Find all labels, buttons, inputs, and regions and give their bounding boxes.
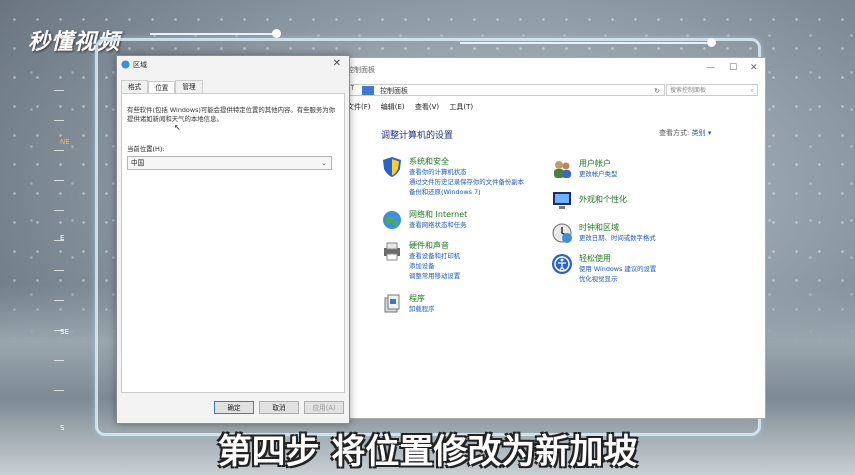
search-placeholder: 搜索控制面板	[670, 87, 707, 94]
location-description: 有些软件(包括 Windows)可能会提供特定位置的其他内容。有些服务为你提供诸…	[127, 106, 336, 123]
category-link[interactable]: 备份和还原(Windows 7)	[409, 187, 481, 196]
ease-of-access-icon	[552, 254, 572, 274]
category-link[interactable]: 更改日期、时间或数字格式	[579, 233, 656, 242]
minimize-button[interactable]: —	[706, 63, 715, 73]
address-text: 控制面板	[380, 87, 408, 95]
maximize-button[interactable]: ☐	[729, 63, 737, 73]
refresh-icon[interactable]: ↻	[654, 85, 660, 97]
menu-bar: 文件(F) 编辑(E) 查看(V) 工具(T)	[347, 102, 481, 112]
region-icon	[121, 60, 130, 69]
category-link[interactable]: 卸载程序	[409, 304, 435, 313]
monitor-icon	[553, 192, 571, 209]
category-title[interactable]: 程序	[409, 293, 425, 304]
apply-button[interactable]: 应用(A)	[304, 401, 344, 414]
window-title: 控制面板	[347, 66, 375, 74]
menu-view[interactable]: 查看(V)	[415, 103, 439, 111]
address-bar[interactable]: 控制面板 ↻	[347, 84, 665, 96]
search-input[interactable]: 搜索控制面板 ⌕	[666, 84, 758, 96]
search-icon: ⌕	[750, 87, 754, 94]
network-globe-icon	[383, 211, 401, 229]
compass-ruler: NE E SE S	[40, 80, 90, 440]
category-title[interactable]: 硬件和声音	[409, 240, 449, 251]
dialog-close-button[interactable]: ✕	[333, 58, 341, 69]
mouse-cursor-icon: ↖	[174, 123, 181, 132]
category-link[interactable]: 优化视觉显示	[579, 274, 617, 283]
page-title: 调整计算机的设置	[381, 131, 454, 141]
location-tab-panel: 有些软件(包括 Windows)可能会提供特定位置的其他内容。有些服务为你提供诸…	[121, 93, 345, 393]
control-panel-titlebar: 控制面板 — ☐ ✕	[341, 58, 765, 80]
category-link[interactable]: 通过文件历史记录保存你的文件备份副本	[409, 177, 524, 186]
category-link[interactable]: 添加设备	[409, 261, 435, 270]
category-title[interactable]: 时钟和区域	[579, 222, 619, 233]
category-title[interactable]: 系统和安全	[409, 156, 449, 167]
view-by-dropdown[interactable]: 类别 ▾	[692, 129, 712, 137]
menu-edit[interactable]: 编辑(E)	[381, 103, 405, 111]
menu-tools[interactable]: 工具(T)	[449, 103, 473, 111]
category-link[interactable]: 查看设备和打印机	[409, 251, 460, 260]
menu-file[interactable]: 文件(F)	[347, 103, 371, 111]
shield-icon	[383, 157, 401, 177]
view-by-label: 查看方式:	[659, 129, 690, 137]
category-link[interactable]: 查看网络状态和任务	[409, 220, 467, 229]
clock-globe-icon	[552, 223, 572, 243]
printer-icon	[384, 242, 400, 261]
tab-administrative[interactable]: 管理	[175, 80, 203, 93]
programs-icon	[384, 294, 400, 313]
category-link[interactable]: 调整常用移动设置	[409, 271, 460, 280]
compass-mark: SE	[60, 328, 69, 336]
cancel-button[interactable]: 取消	[259, 401, 299, 414]
users-icon	[554, 161, 571, 178]
category-title[interactable]: 网络和 Internet	[409, 209, 467, 220]
category-title[interactable]: 外观和个性化	[579, 194, 627, 205]
dialog-title: 区域	[133, 61, 147, 69]
subtitle-caption: 第四步 将位置修改为新加坡	[217, 432, 638, 472]
frame-accent-dot	[707, 38, 716, 47]
location-selected-value: 中国	[131, 159, 145, 167]
category-link[interactable]: 查看你的计算机状态	[409, 167, 467, 176]
location-dropdown[interactable]: 中国 ⌄	[127, 156, 332, 170]
category-link[interactable]: 更改帐户类型	[579, 169, 617, 178]
compass-mark: NE	[60, 138, 70, 146]
category-title[interactable]: 轻松使用	[579, 253, 611, 264]
frame-accent-line	[460, 42, 710, 44]
control-panel-window: 控制面板 — ☐ ✕ ↑ 控制面板 ↻ 搜索控制面板 ⌕ 文件(F) 编辑(E)…	[340, 57, 766, 419]
frame-accent-line	[150, 33, 275, 35]
control-panel-icon	[362, 86, 374, 95]
dialog-tabs: 格式 位置 管理	[121, 80, 203, 94]
view-by: 查看方式: 类别 ▾	[659, 128, 711, 138]
ok-button[interactable]: 确定	[214, 401, 254, 414]
compass-mark: E	[60, 234, 65, 242]
close-button[interactable]: ✕	[750, 63, 758, 73]
location-label: 当前位置(H):	[127, 145, 165, 153]
region-dialog: 区域 ✕ 格式 位置 管理 有些软件(包括 Windows)可能会提供特定位置的其他…	[116, 55, 350, 424]
tab-formats[interactable]: 格式	[121, 80, 149, 93]
category-link[interactable]: 使用 Windows 建议的设置	[579, 264, 656, 273]
frame-accent-dot	[272, 29, 281, 38]
chevron-down-icon: ⌄	[321, 159, 327, 167]
category-title[interactable]: 用户帐户	[579, 158, 611, 169]
